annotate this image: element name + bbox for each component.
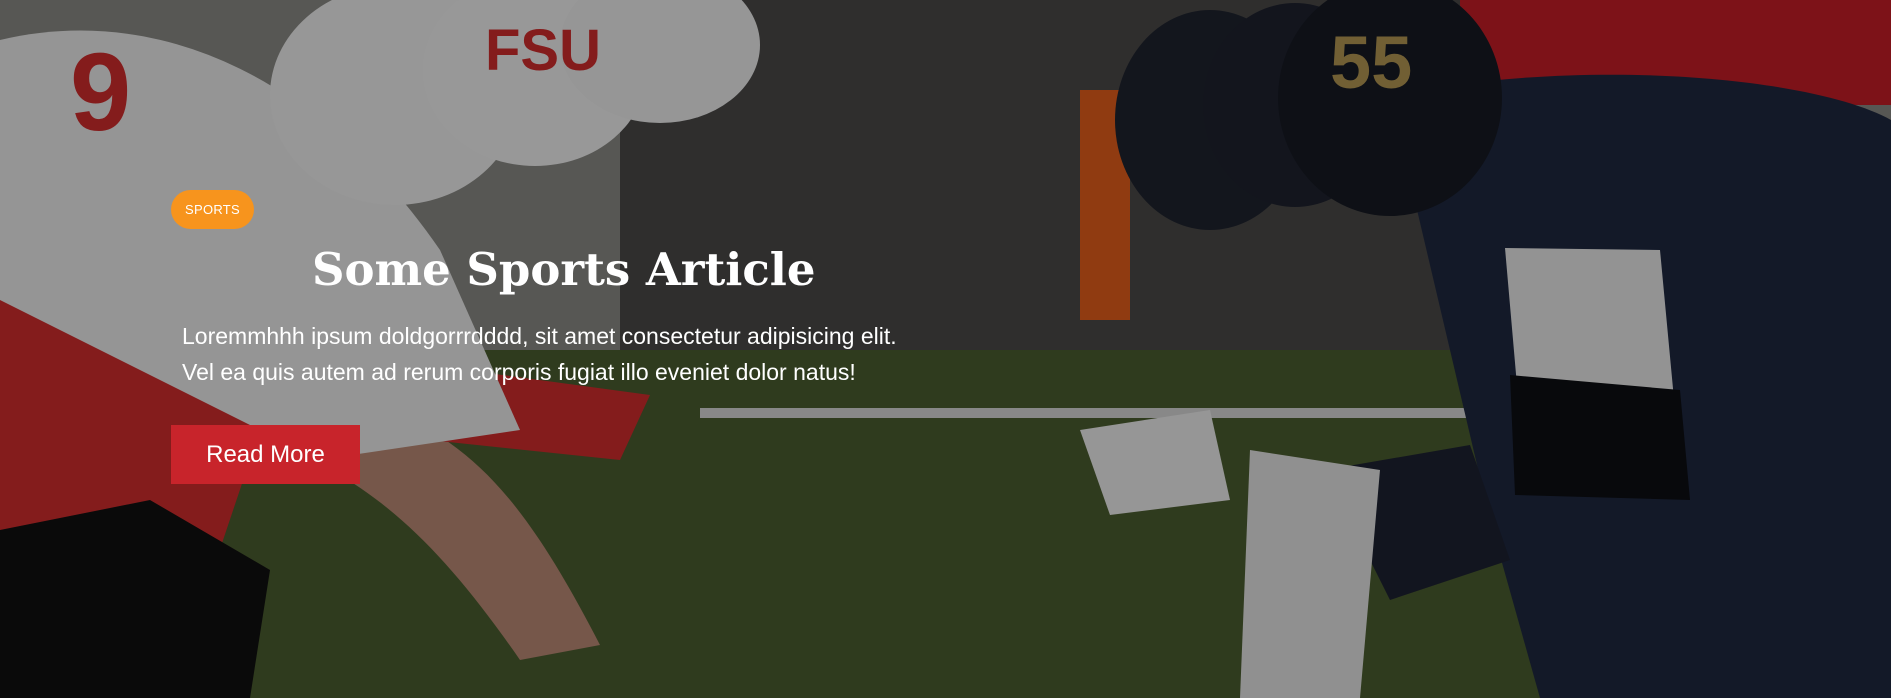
- hero-banner: FSU 9 55 SPORTS Some Sports Article Lore…: [0, 0, 1891, 698]
- article-excerpt-line-1: Loremmhhh ipsum doldgorrrdddd, sit amet …: [182, 323, 897, 349]
- article-excerpt: Loremmhhh ipsum doldgorrrdddd, sit amet …: [182, 318, 982, 390]
- article-title: Some Sports Article: [312, 243, 816, 296]
- category-badge[interactable]: SPORTS: [171, 190, 255, 229]
- read-more-button[interactable]: Read More: [171, 425, 360, 484]
- article-excerpt-line-2: Vel ea quis autem ad rerum corporis fugi…: [182, 359, 856, 385]
